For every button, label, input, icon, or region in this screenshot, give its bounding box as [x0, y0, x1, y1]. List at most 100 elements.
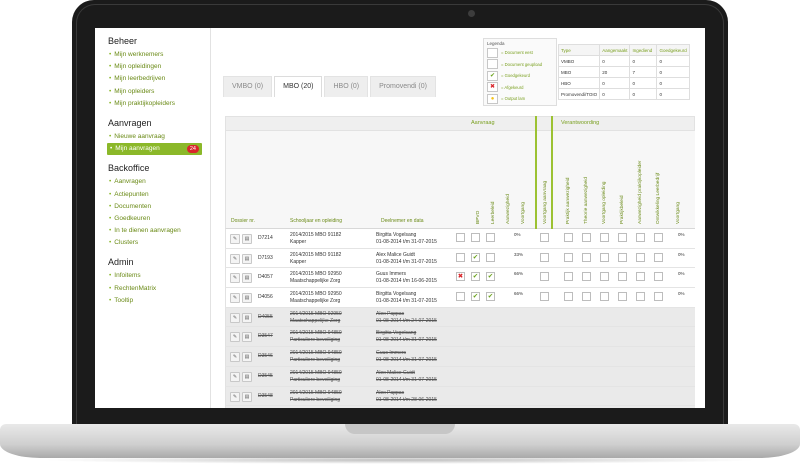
bullet-icon: •: [109, 99, 112, 107]
table-row[interactable]: ✎ ▤ D3546 2014/2015 MBO 94850 Particuliere b…: [225, 347, 695, 367]
edit-icon[interactable]: ✎: [230, 253, 240, 264]
table-row[interactable]: ✎ ▤ D7214 2014/2015 MBO 91182 Kapper Birgitta…: [225, 229, 695, 249]
bullet-icon: •: [109, 214, 112, 222]
status-checkbox[interactable]: [600, 233, 609, 242]
status-checkbox[interactable]: [540, 233, 549, 242]
status-checkbox[interactable]: [540, 252, 549, 262]
sidebar-section-title: Admin: [108, 257, 134, 268]
periode: 01-08-2014 t/m 16-06-2015: [376, 278, 437, 285]
edit-icon[interactable]: ✎: [230, 234, 240, 244]
document-icon[interactable]: ▤: [242, 371, 252, 382]
status-checkbox[interactable]: [636, 233, 645, 242]
status-checkbox[interactable]: [618, 233, 627, 242]
status-checkbox[interactable]: [456, 233, 465, 242]
sidebar-item[interactable]: • Mijn opleiders: [109, 86, 210, 98]
status-checkbox[interactable]: [600, 272, 609, 282]
status-checkbox[interactable]: [582, 292, 591, 302]
progress-percent: 66%: [514, 271, 524, 277]
sidebar-item[interactable]: • Clusters: [109, 237, 210, 249]
sidebar-item[interactable]: • In te dienen aanvragen: [109, 225, 210, 237]
sidebar-item[interactable]: • Goedkeuren: [109, 213, 210, 225]
status-checkbox[interactable]: [540, 292, 549, 302]
progress-percent: 33%: [514, 251, 524, 257]
table-row[interactable]: ✎ ▤ D4057 2014/2015 MBO 92950 Maatschappelij…: [225, 268, 695, 289]
table-row[interactable]: ✎ ▤ D7193 2014/2015 MBO 91182 Kapper Alex Mal…: [225, 248, 695, 269]
status-checkbox[interactable]: [654, 252, 663, 262]
deelnemer: Alex Malice Guidt: [376, 369, 415, 376]
status-checkbox[interactable]: ✔: [471, 252, 480, 262]
status-checkbox[interactable]: [636, 292, 645, 302]
status-checkbox[interactable]: [654, 292, 663, 302]
status-checkbox[interactable]: [456, 292, 465, 302]
edit-icon[interactable]: ✎: [230, 391, 240, 402]
status-checkbox[interactable]: [600, 252, 609, 262]
document-icon[interactable]: ▤: [242, 312, 252, 323]
status-checkbox[interactable]: [636, 272, 645, 282]
legend-label: = Output lam: [501, 96, 526, 102]
sidebar-item[interactable]: • Mijn werknemers: [109, 49, 210, 61]
status-checkbox[interactable]: [654, 233, 663, 242]
status-checkbox[interactable]: [636, 252, 645, 262]
sidebar-item[interactable]: • Mijn leerbedrijven: [109, 73, 210, 85]
sidebar-item[interactable]: • Aanvragen: [109, 176, 210, 188]
col-verantwoording: Aanwezigheid praktijkopleider: [638, 160, 643, 224]
document-icon[interactable]: ▤: [242, 293, 252, 304]
status-checkbox[interactable]: [486, 233, 495, 242]
status-checkbox[interactable]: [618, 272, 627, 282]
sidebar-item[interactable]: • Infoitems: [109, 270, 210, 282]
status-checkbox[interactable]: [564, 233, 573, 242]
laptop-notch: [345, 424, 455, 434]
edit-icon[interactable]: ✎: [230, 293, 240, 304]
sidebar-item[interactable]: • Mijn aanvragen 24: [107, 143, 202, 156]
tab[interactable]: VMBO (0): [223, 76, 273, 97]
table-row[interactable]: ✎ ▤ D3547 2014/2015 MBO 94850 Particuliere b…: [225, 327, 695, 348]
status-checkbox[interactable]: [564, 292, 573, 302]
edit-icon[interactable]: ✎: [230, 332, 240, 343]
table-row[interactable]: ✎ ▤ D4055 2014/2015 MBO 92950 Maatschappelij…: [225, 307, 695, 328]
tab[interactable]: MBO (20): [274, 76, 323, 97]
status-checkbox[interactable]: [654, 272, 663, 282]
document-icon[interactable]: ▤: [242, 273, 252, 284]
tab[interactable]: Promovendi (0): [370, 76, 436, 97]
table-row[interactable]: ✎▤D35332014/2015 MBO 00240Operator CBirg…: [225, 406, 695, 408]
status-checkbox[interactable]: [540, 272, 549, 282]
status-checkbox[interactable]: [582, 252, 591, 262]
sidebar-item[interactable]: • Nieuwe aanvraag: [109, 131, 210, 143]
status-checkbox[interactable]: ✖: [456, 272, 465, 282]
sidebar-item[interactable]: • RechtenMatrix: [109, 283, 210, 295]
document-icon[interactable]: ▤: [242, 391, 252, 402]
edit-icon[interactable]: ✎: [230, 371, 240, 382]
document-icon[interactable]: ▤: [242, 352, 252, 363]
status-checkbox[interactable]: [486, 252, 495, 262]
table-row[interactable]: ✎ ▤ D3545 2014/2015 MBO 94850 Particuliere b…: [225, 366, 695, 387]
table-row[interactable]: ✎ ▤ D3548 2014/2015 MBO 94850 Particuliere b…: [225, 386, 695, 407]
status-checkbox[interactable]: [618, 292, 627, 302]
document-icon[interactable]: ▤: [242, 234, 252, 244]
document-icon[interactable]: ▤: [242, 253, 252, 264]
status-checkbox[interactable]: ✔: [486, 272, 495, 282]
status-checkbox[interactable]: [618, 252, 627, 262]
status-checkbox[interactable]: [456, 252, 465, 262]
status-checkbox[interactable]: ✔: [471, 292, 480, 302]
sidebar-item[interactable]: • Mijn opleidingen: [109, 61, 210, 73]
table-row[interactable]: ✎ ▤ D4056 2014/2015 MBO 92950 Maatschappelij…: [225, 288, 695, 308]
status-checkbox[interactable]: [471, 233, 480, 242]
status-checkbox[interactable]: [564, 252, 573, 262]
status-checkbox[interactable]: [564, 272, 573, 282]
document-icon[interactable]: ▤: [242, 332, 252, 343]
edit-icon[interactable]: ✎: [230, 273, 240, 284]
tab[interactable]: HBO (0): [324, 76, 369, 97]
sidebar-item[interactable]: • Documenten: [109, 201, 210, 213]
status-checkbox[interactable]: ✔: [486, 292, 495, 302]
edit-icon[interactable]: ✎: [230, 312, 240, 323]
sidebar-item[interactable]: • Mijn praktijkopleiders: [109, 98, 210, 110]
status-checkbox[interactable]: [582, 272, 591, 282]
legend-icon: ●: [487, 93, 498, 104]
status-checkbox[interactable]: [600, 292, 609, 302]
status-checkbox[interactable]: ✔: [471, 272, 480, 282]
sidebar-item[interactable]: • Actiepunten: [109, 189, 210, 201]
sidebar-item[interactable]: • Tooltip: [109, 295, 210, 307]
type-table-header: Aangemaakt: [599, 44, 631, 56]
status-checkbox[interactable]: [582, 233, 591, 242]
edit-icon[interactable]: ✎: [230, 352, 240, 363]
